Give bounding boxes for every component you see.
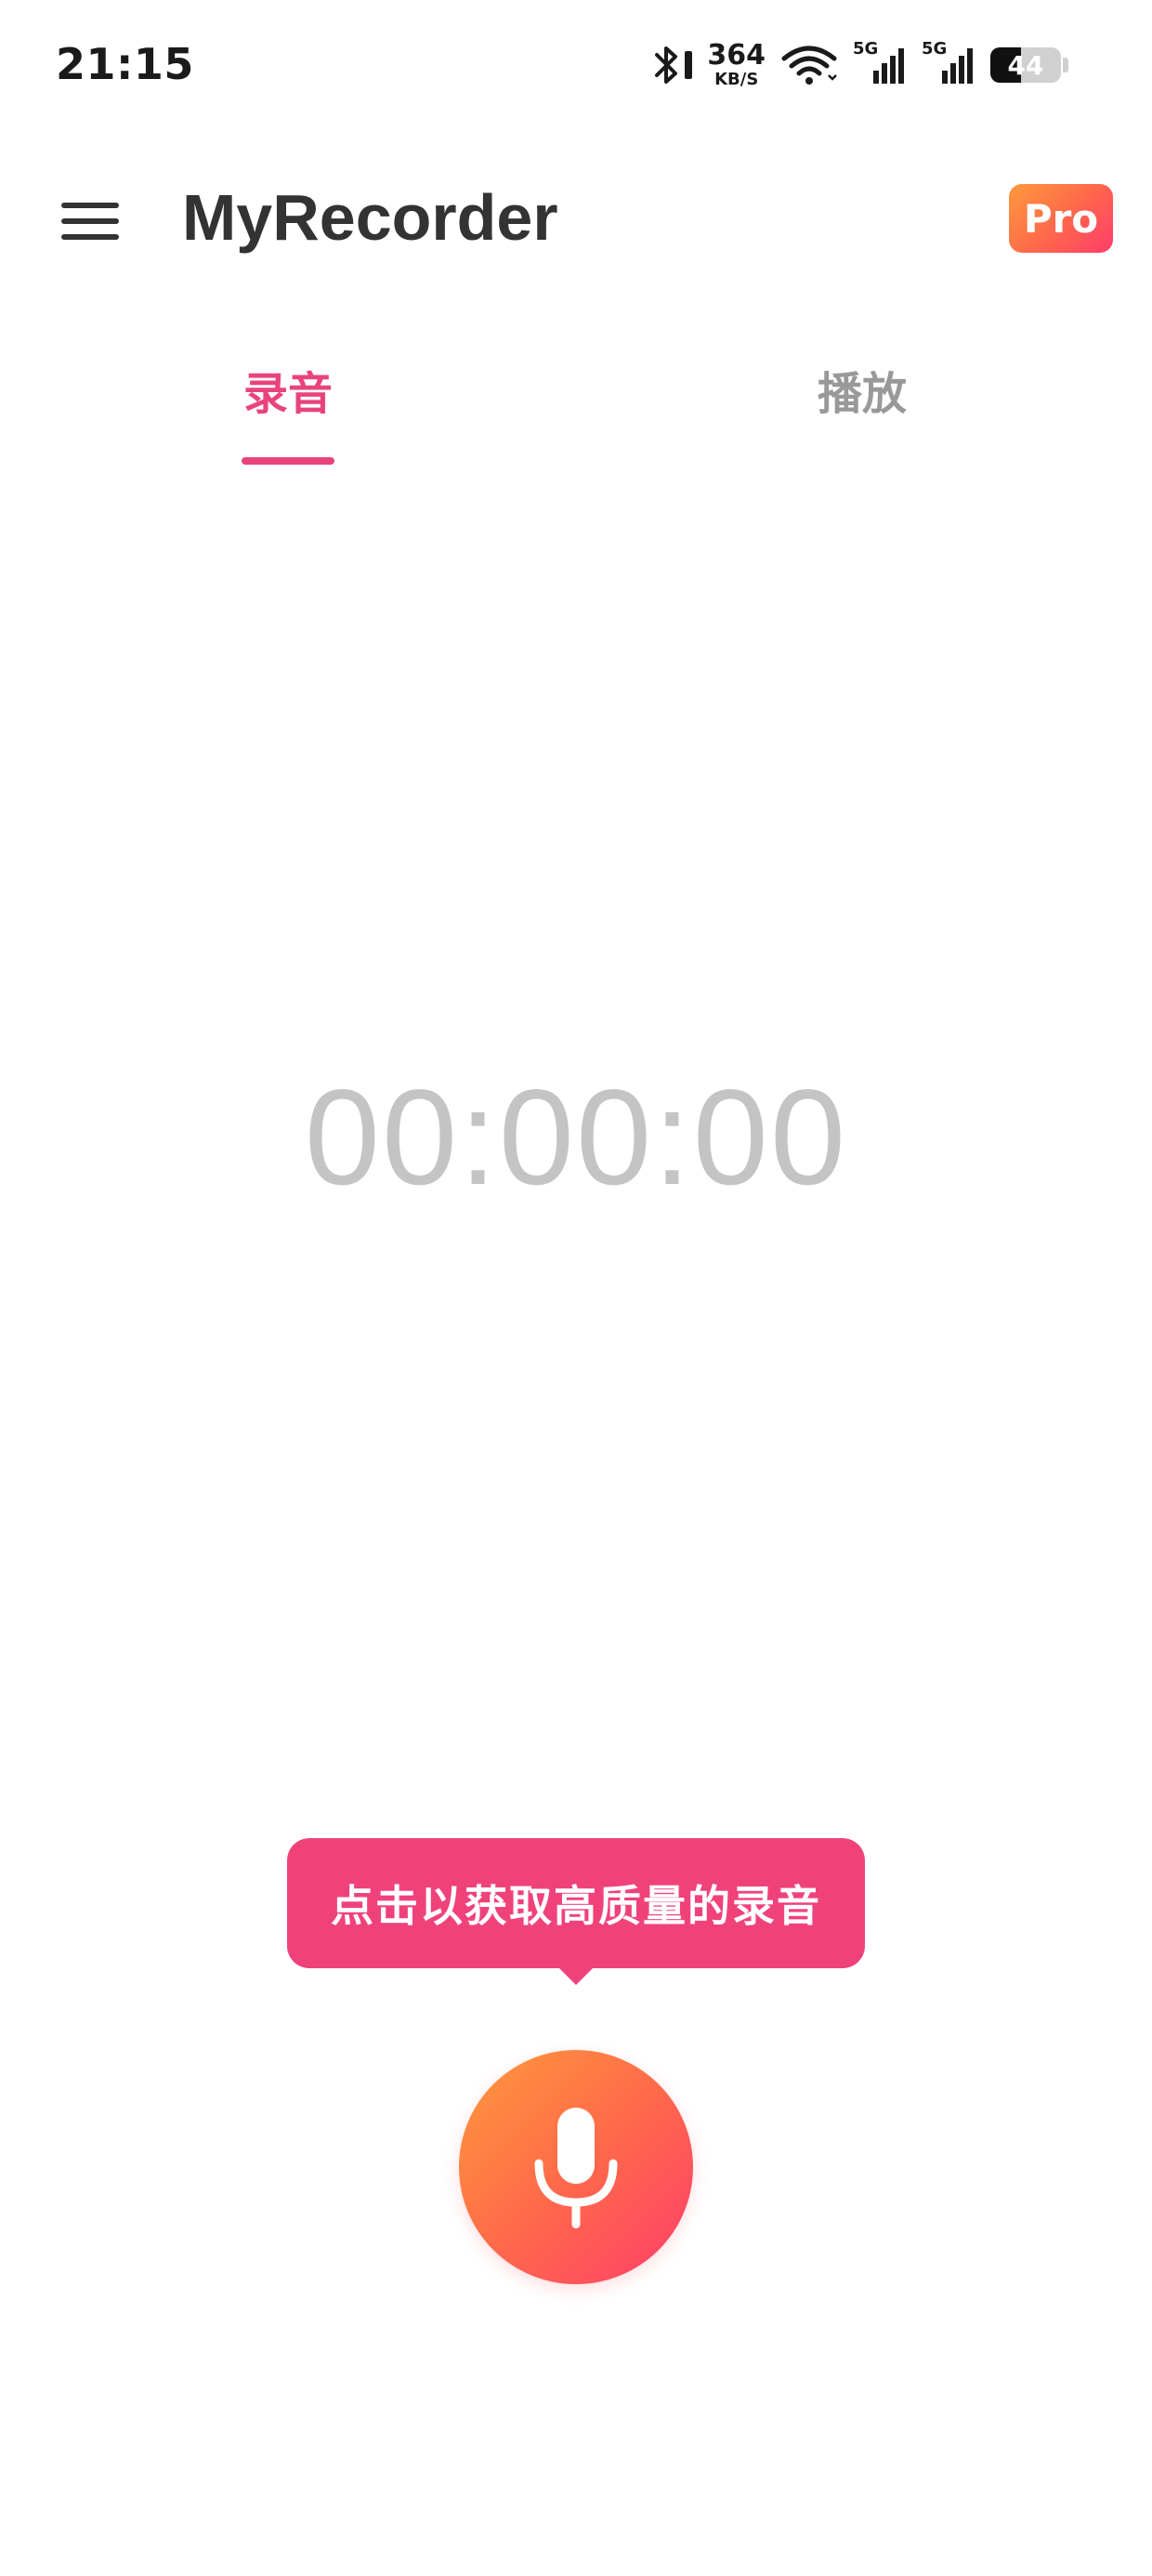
- active-tab-indicator: [242, 457, 334, 465]
- hamburger-menu-icon: [61, 203, 119, 240]
- menu-button[interactable]: [48, 184, 132, 258]
- app-bar: MyRecorder Pro: [0, 139, 1152, 297]
- tooltip-arrow: [557, 1966, 595, 1985]
- record-tooltip: 点击以获取高质量的录音: [287, 1838, 865, 1968]
- tab-playback[interactable]: 播放: [723, 344, 1001, 474]
- network-speed-unit: KB/S: [714, 70, 759, 89]
- microphone-icon: [534, 2108, 618, 2228]
- status-icons: 364 KB/S 5G 5G 44: [653, 37, 1068, 93]
- pro-button[interactable]: Pro: [1009, 184, 1113, 253]
- battery-level: 44: [1007, 49, 1044, 81]
- wifi-icon: [780, 44, 838, 86]
- signal-strength-1-icon: 5G: [853, 39, 907, 87]
- battery-tip: [1063, 58, 1068, 72]
- battery-icon: 44: [990, 47, 1061, 83]
- tab-playback-label: 播放: [817, 368, 907, 420]
- bluetooth-icon: [653, 44, 681, 86]
- app-title: MyRecorder: [182, 181, 558, 254]
- tab-record-label: 录音: [242, 368, 333, 420]
- record-button[interactable]: [459, 2050, 693, 2284]
- network-speed-value: 364: [707, 39, 766, 72]
- status-time: 21:15: [56, 39, 194, 89]
- bluetooth-battery-icon: [685, 51, 693, 79]
- tab-bar: 录音 播放: [0, 344, 1152, 474]
- status-bar: 21:15 364 KB/S 5G 5G 44: [0, 0, 1152, 139]
- network-speed: 364 KB/S: [707, 42, 766, 88]
- tab-record[interactable]: 录音: [149, 344, 427, 474]
- recording-timer: 00:00:00: [304, 1061, 848, 1213]
- signal-strength-2-icon: 5G: [922, 39, 975, 87]
